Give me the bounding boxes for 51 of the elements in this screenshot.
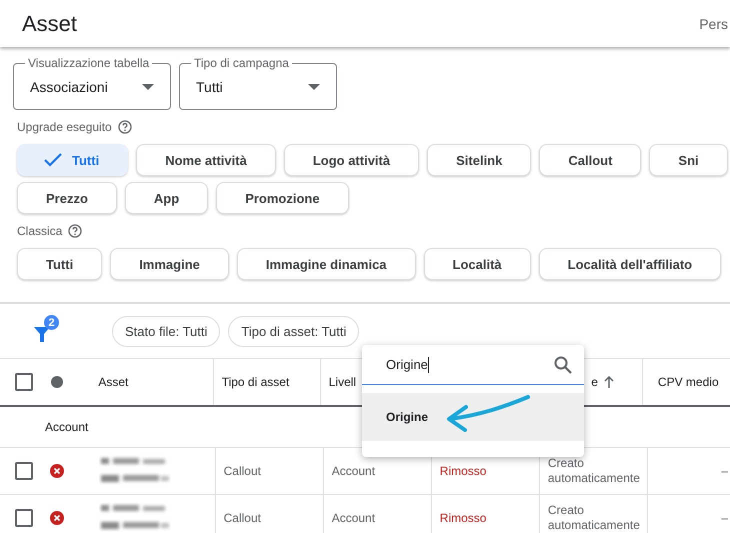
filter-chip[interactable]: Stato file: Tutti (112, 316, 220, 346)
filter-chip[interactable]: Tipo di asset: Tutti (228, 316, 360, 346)
page-title: Asset (22, 10, 78, 36)
menu-item[interactable]: Origine (362, 393, 584, 441)
caret-icon (308, 84, 320, 90)
filter-chip[interactable]: Tutti (17, 144, 128, 176)
column-header[interactable]: Tipo di asset (214, 359, 321, 405)
status-text: Rimosso (440, 511, 486, 525)
filter-chip[interactable]: Sitelink (427, 144, 532, 176)
filter-chip[interactable]: Tutti (17, 248, 102, 280)
group-label: Account (45, 420, 88, 434)
table-cell: – (721, 464, 728, 478)
filter-chip[interactable]: Sni (649, 144, 728, 176)
table-cell: Callout (224, 511, 261, 525)
help-icon[interactable] (118, 120, 132, 134)
table-cell: Account (332, 511, 376, 525)
status-text: Rimosso (440, 464, 486, 478)
search-field[interactable]: Origine (362, 345, 584, 385)
table-cell-text: Creato automaticamente (548, 503, 641, 533)
section-label: Upgrade eseguito (17, 120, 112, 134)
caret-icon (142, 84, 154, 90)
check-icon (44, 153, 62, 167)
table-cell-text: Creato automaticamente (548, 456, 641, 486)
filter-chip[interactable]: Nome attività (136, 144, 276, 176)
help-icon[interactable] (68, 224, 82, 238)
filter-chip[interactable]: App (124, 182, 208, 214)
table-cell: – (721, 511, 728, 525)
header-link[interactable]: Pers (699, 16, 730, 32)
filter-chip[interactable]: Promozione (216, 182, 349, 214)
checkbox[interactable] (15, 462, 34, 480)
column-header[interactable]: CPV medio (642, 359, 730, 405)
section-label: Classica (17, 224, 62, 238)
filter-chip[interactable]: Logo attività (284, 144, 420, 176)
filter-chip[interactable]: Immagine (110, 248, 229, 280)
filter-chip[interactable]: Località dell'affiliato (538, 248, 722, 280)
filter-chip[interactable]: Località (424, 248, 531, 280)
filter-chip[interactable]: Callout (539, 144, 642, 176)
checkbox[interactable] (15, 373, 34, 391)
count-badge: 2 (44, 315, 59, 330)
select-field[interactable]: Tipo di campagna Tutti (179, 56, 337, 110)
sort-arrow-icon[interactable] (604, 376, 614, 388)
select-field[interactable]: Visualizzazione tabella Associazioni (13, 56, 171, 110)
table-cell: Account (332, 464, 376, 478)
checkbox[interactable] (15, 509, 34, 527)
search-icon[interactable] (554, 356, 572, 374)
filter-chip[interactable]: Immagine dinamica (236, 248, 416, 280)
filter-chip[interactable]: Prezzo (17, 182, 117, 214)
table-cell: Callout (224, 464, 261, 478)
column-header[interactable]: Asset (65, 359, 214, 405)
status-dot-icon (50, 376, 63, 388)
filter-icon[interactable] (34, 325, 50, 343)
